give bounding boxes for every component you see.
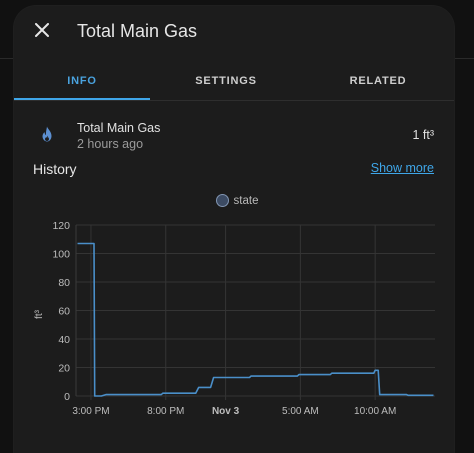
tab-bar: INFO SETTINGS RELATED [14,62,454,101]
entity-name: Total Main Gas [77,121,161,135]
series-line-state [77,242,434,397]
history-chart: 0 20 40 60 80 100 120 3:00 PM 8:00 PM Nov 3 5:00 A… [34,220,435,416]
tab-info[interactable]: INFO [14,62,150,100]
fire-icon [40,126,54,147]
y-tick-label: 40 [58,334,70,346]
close-icon [35,22,49,42]
x-tick-label: Nov 3 [212,406,240,416]
y-axis-label: ft³ [34,309,45,319]
entity-row[interactable]: Total Main Gas 2 hours ago 1 ft³ [14,112,454,156]
tab-related[interactable]: RELATED [310,62,446,100]
x-tick-label: 3:00 PM [72,406,109,416]
legend-label: state [233,194,259,207]
y-tick-label: 80 [58,277,70,289]
chart-legend: state [14,194,454,210]
active-tab-indicator [14,98,150,100]
entity-state: 1 ft³ [412,128,434,142]
legend-swatch [215,194,229,207]
y-tick-label: 100 [52,249,70,261]
close-button[interactable] [28,18,56,46]
y-tick-label: 0 [64,391,70,403]
x-tick-label: 5:00 AM [282,406,319,416]
legend-item-state[interactable]: state [215,194,259,207]
history-heading: History [33,161,77,177]
y-tick-label: 20 [58,363,70,375]
dialog-title: Total Main Gas [77,21,198,41]
x-tick-label: 8:00 PM [147,406,184,416]
entity-last-changed: 2 hours ago [77,137,144,151]
y-tick-label: 60 [58,306,70,318]
tab-settings[interactable]: SETTINGS [158,62,294,100]
y-tick-label: 120 [52,220,70,232]
dialog-header: Total Main Gas [14,6,454,62]
more-info-dialog: Total Main Gas INFO SETTINGS RELATED Tot… [14,6,454,453]
show-more-link[interactable]: Show more [371,161,434,175]
x-tick-label: 10:00 AM [354,406,396,416]
